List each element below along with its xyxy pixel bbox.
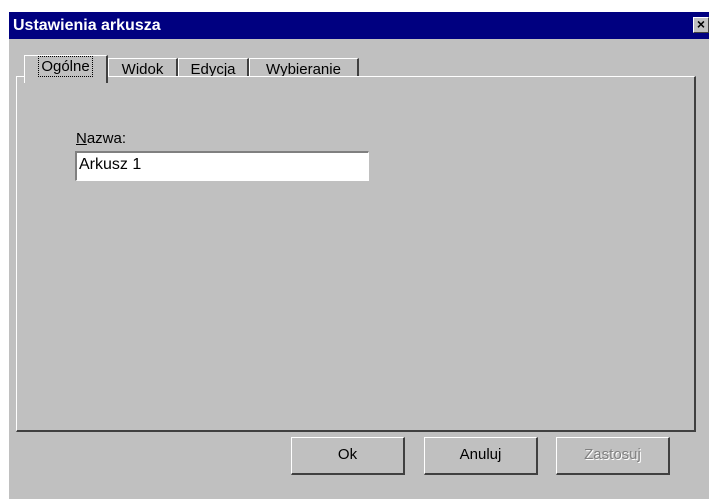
tab-label: Ogólne (38, 56, 93, 77)
close-button[interactable]: × (693, 17, 709, 33)
window-title: Ustawienia arkusza (13, 17, 161, 34)
cancel-button[interactable]: Anuluj (424, 437, 538, 475)
ok-button[interactable]: Ok (291, 437, 405, 475)
name-label: Nazwa: (76, 130, 126, 147)
close-icon: × (696, 16, 706, 32)
title-bar[interactable]: Ustawienia arkusza × (9, 12, 709, 39)
name-label-mnemonic: N (76, 130, 87, 147)
name-input[interactable]: Arkusz 1 (75, 151, 369, 181)
name-label-text: azwa: (86, 130, 127, 147)
apply-button[interactable]: Zastosuj (556, 437, 670, 475)
tab-ogolne[interactable]: Ogólne (24, 55, 108, 83)
